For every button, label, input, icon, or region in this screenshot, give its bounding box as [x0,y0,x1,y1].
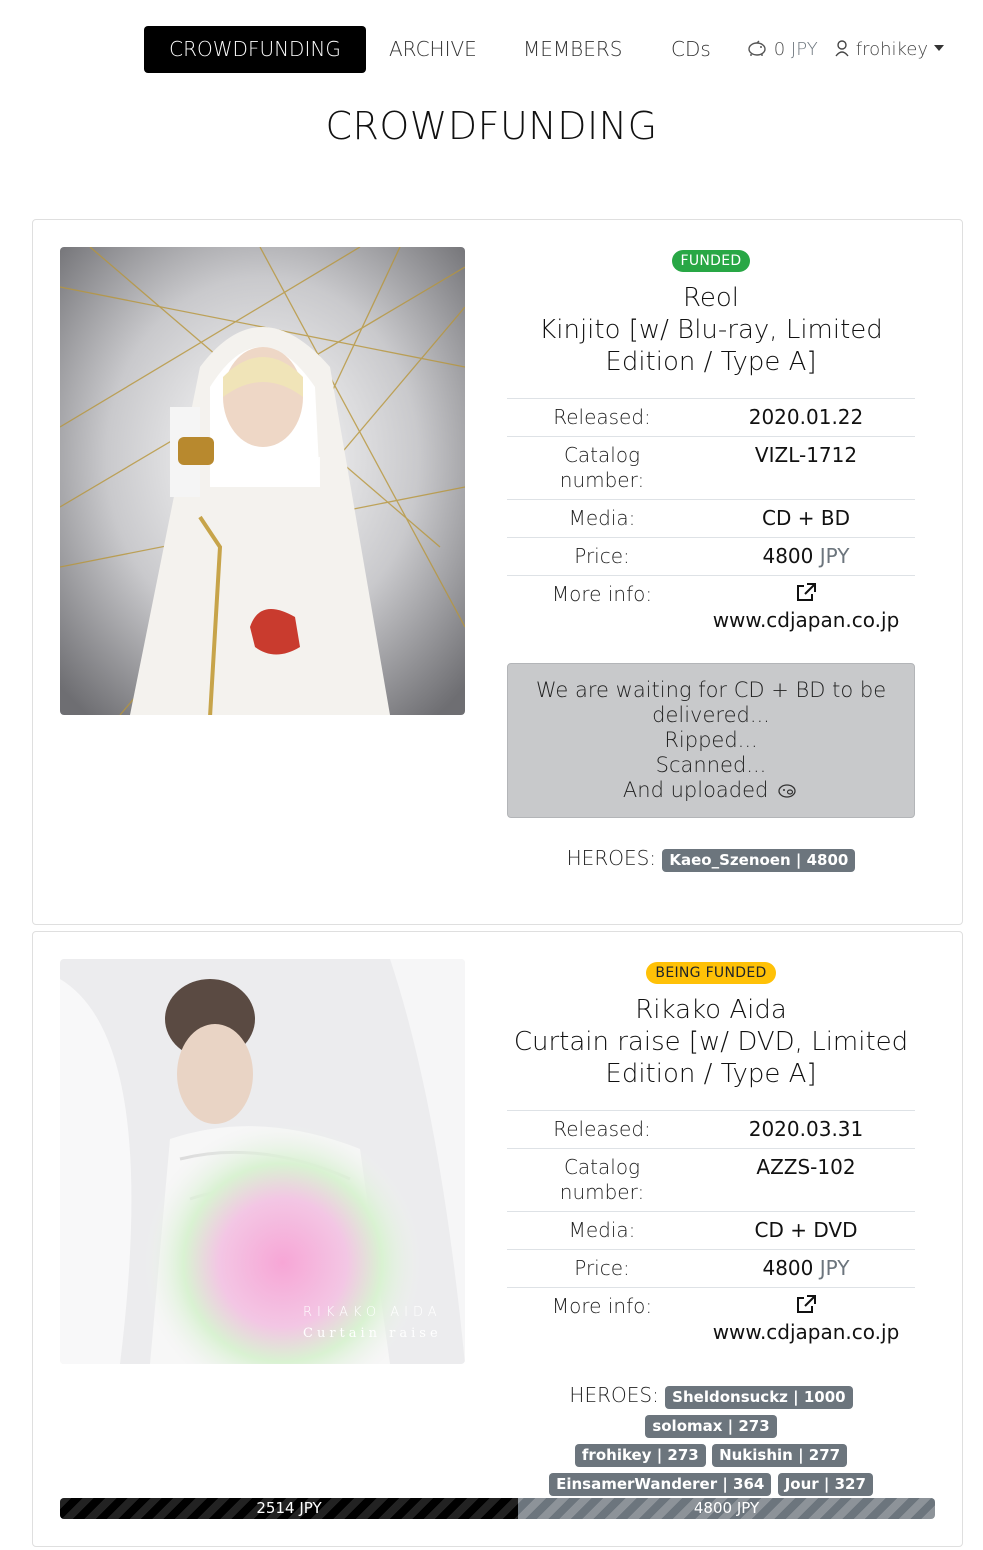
media-value: CD + DVD [697,1211,915,1250]
waiting-line: We are waiting for CD + BD to be deliver… [535,678,887,727]
wallet-amount: 0 [773,39,786,60]
album-title: Curtain raise [w/ DVD, Limited Edition /… [513,1027,909,1089]
progress-raised-label: 2514 JPY [256,1499,322,1517]
nav-cds[interactable]: CDs [649,26,733,73]
waiting-line: And uploaded [518,778,904,803]
price-label: Price: [507,1249,697,1288]
price-value: 4800 JPY [697,537,915,576]
media-label: Media: [507,499,697,538]
price-currency: JPY [819,544,850,568]
campaign-info: FUNDED Reol Kinjito [w/ Blu-ray, Limited… [507,250,915,873]
cover-artist-text: RIKAKO AIDA [303,1305,442,1320]
catalog-label: Catalog number: [507,1148,697,1212]
nav-members[interactable]: MEMBERS [501,26,644,73]
heroes-list: HEROES: Sheldonsuckz | 1000 solomax | 27… [507,1381,915,1497]
price-currency: JPY [819,1256,850,1280]
more-info-link[interactable]: www.cdjapan.co.jp [697,1287,915,1351]
released-value: 2020.03.31 [697,1110,915,1149]
hero-badge: EinsamerWanderer | 364 [549,1473,772,1496]
heroes-label: HEROES: [566,846,657,870]
user-icon [834,39,856,60]
status-badge: BEING FUNDED [646,962,776,984]
hero-badge: Sheldonsuckz | 1000 [665,1386,853,1409]
pig-icon [775,778,799,802]
waiting-status-box: We are waiting for CD + BD to be deliver… [507,663,915,818]
progress-goal-label: 4800 JPY [693,1499,760,1517]
album-title: Kinjito [w/ Blu-ray, Limited Edition / T… [539,315,883,377]
album-cover-image [60,247,465,715]
more-info-url: www.cdjapan.co.jp [712,608,900,632]
external-link-icon [795,1294,817,1320]
user-menu-dropdown[interactable]: frohikey [834,26,945,73]
catalog-label: Catalog number: [507,436,697,500]
nav-archive[interactable]: ARCHIVE [367,26,499,73]
top-navbar: CROWDFUNDING ARCHIVE MEMBERS CDs 0 JPY f… [0,26,983,74]
page-title: CROWDFUNDING [325,104,658,148]
wallet-balance[interactable]: 0 JPY [746,26,818,73]
released-label: Released: [507,1110,697,1149]
hero-badge-with-sun: Jour | 327 [777,1473,873,1496]
hero-badge: Nukishin | 277 [712,1444,848,1467]
album-cover-image: RIKAKO AIDA Curtain raise [60,959,465,1364]
more-info-url: www.cdjapan.co.jp [712,1320,900,1344]
wallet-currency: JPY [790,39,818,60]
heroes-list: HEROES: Kaeo_Szenoen | 4800 [507,844,915,873]
nav-crowdfunding[interactable]: CROWDFUNDING [144,26,366,73]
waiting-line: Scanned... [655,753,767,777]
campaign-card: FUNDED Reol Kinjito [w/ Blu-ray, Limited… [32,219,963,925]
artist-name: Reol [682,283,740,313]
more-info-label: More info: [507,575,697,639]
catalog-value: VIZL-1712 [697,436,915,500]
artist-name: Rikako Aida [635,995,787,1025]
campaign-card: RIKAKO AIDA Curtain raise BEING FUNDED R… [32,931,963,1547]
chevron-down-icon [934,45,945,51]
price-amount: 4800 [762,1256,814,1280]
funding-progress-bar: 2514 JPY 4800 JPY [60,1498,935,1519]
hero-badge: frohikey | 273 [574,1444,706,1467]
album-details-table: Released: 2020.03.31 Catalog number: AZZS-… [507,1110,915,1351]
price-label: Price: [507,537,697,576]
piggy-bank-icon [746,39,774,60]
campaign-info: BEING FUNDED Rikako Aida Curtain raise [… [507,962,915,1497]
username: frohikey [855,39,929,60]
released-value: 2020.01.22 [697,398,915,437]
external-link-icon [795,582,817,608]
released-label: Released: [507,398,697,437]
price-amount: 4800 [762,544,814,568]
hero-badge: Kaeo_Szenoen | 4800 [662,849,856,872]
cover-title-text: Curtain raise [303,1326,442,1341]
more-info-label: More info: [507,1287,697,1351]
hero-badge: solomax | 273 [645,1415,777,1438]
status-badge: FUNDED [671,250,751,272]
heroes-label: HEROES: [569,1383,659,1407]
catalog-value: AZZS-102 [697,1148,915,1212]
media-label: Media: [507,1211,697,1250]
more-info-link[interactable]: www.cdjapan.co.jp [697,575,915,639]
price-value: 4800 JPY [697,1249,915,1288]
album-details-table: Released: 2020.01.22 Catalog number: VIZL-… [507,398,915,639]
waiting-line: Ripped... [664,728,758,752]
media-value: CD + BD [697,499,915,538]
